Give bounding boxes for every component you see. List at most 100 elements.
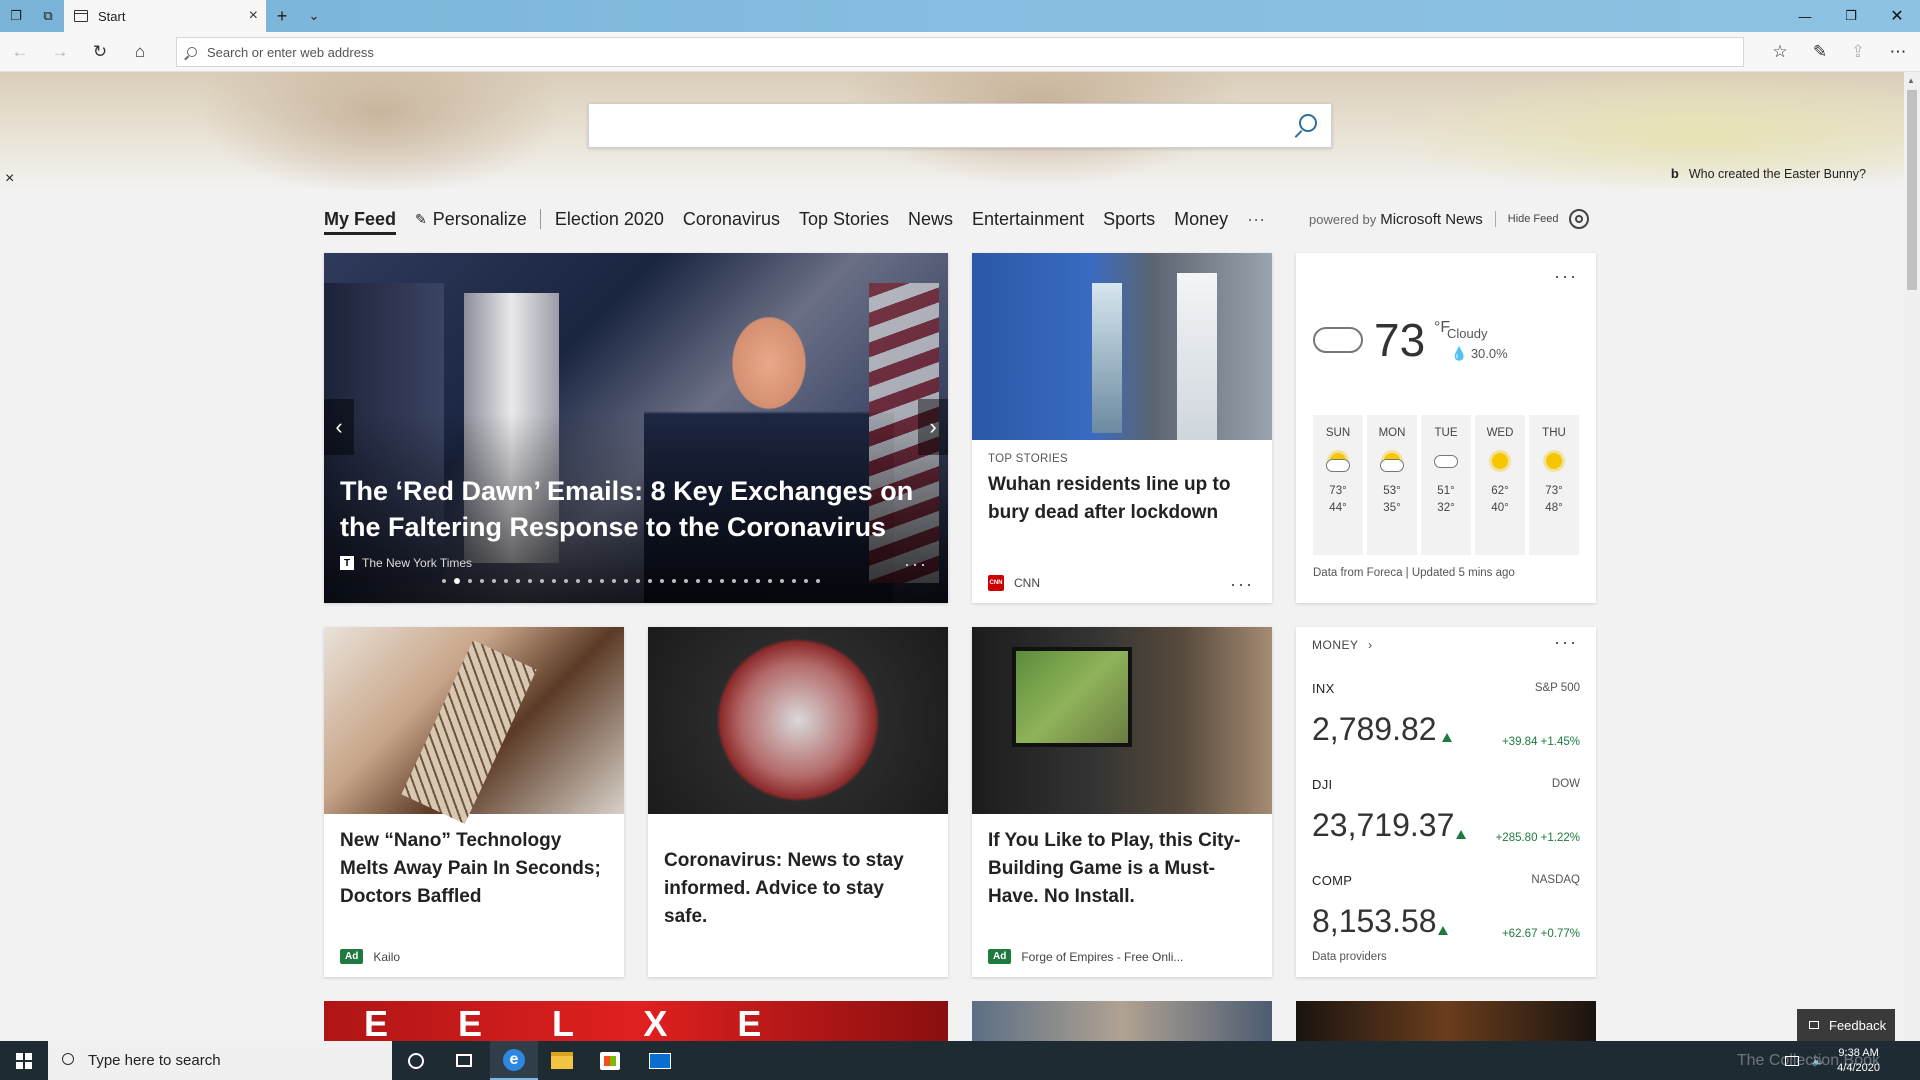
more-options-icon[interactable]: ··· [904, 555, 928, 573]
slide-dot[interactable] [816, 579, 820, 583]
restore-icon[interactable]: ❐ [1828, 0, 1874, 32]
slide-dot[interactable] [624, 579, 628, 583]
feedback-button[interactable]: Feedback [1797, 1009, 1895, 1041]
slide-dot[interactable] [564, 579, 568, 583]
tab-coronavirus[interactable]: Coronavirus [683, 209, 780, 230]
money-header[interactable]: MONEY › [1312, 638, 1373, 652]
slide-dot[interactable] [528, 579, 532, 583]
slide-dot[interactable] [588, 579, 592, 583]
tab-top-stories[interactable]: Top Stories [799, 209, 889, 230]
story-title[interactable]: If You Like to Play, this City-Building … [988, 827, 1256, 911]
forecast-day[interactable]: TUE 51° 32° [1421, 415, 1471, 555]
slide-dot[interactable] [672, 579, 676, 583]
home-icon[interactable]: ⌂ [124, 36, 156, 68]
gear-icon[interactable] [1568, 209, 1589, 229]
slide-dot[interactable] [552, 579, 556, 583]
slide-dot[interactable] [454, 578, 460, 584]
slide-dot[interactable] [660, 579, 664, 583]
slide-dot[interactable] [504, 579, 508, 583]
slide-dot[interactable] [792, 579, 796, 583]
more-options-icon[interactable]: ··· [1554, 633, 1578, 651]
file-explorer-icon[interactable] [538, 1041, 586, 1080]
index-symbol[interactable]: INX [1312, 681, 1335, 696]
slide-dot[interactable] [756, 579, 760, 583]
tab-my-feed[interactable]: My Feed [324, 209, 397, 235]
slide-dot[interactable] [516, 579, 520, 583]
forecast-day[interactable]: THU 73° 48° [1529, 415, 1579, 555]
slide-dot[interactable] [684, 579, 688, 583]
slide-dot[interactable] [612, 579, 616, 583]
address-bar[interactable]: Search or enter web address [176, 37, 1744, 67]
scrollbar[interactable]: ▲ [1904, 72, 1920, 1041]
story-card[interactable]: TOP STORIES Wuhan residents line up to b… [972, 253, 1272, 603]
slide-dot[interactable] [768, 579, 772, 583]
slide-dot[interactable] [732, 579, 736, 583]
pen-icon[interactable]: ✎ [1804, 36, 1836, 68]
minimize-icon[interactable]: — [1782, 0, 1828, 32]
forecast-day[interactable]: SUN 73° 44° [1313, 415, 1363, 555]
story-card[interactable]: E E L X E [324, 1001, 948, 1041]
index-symbol[interactable]: COMP [1312, 873, 1352, 888]
slide-dot[interactable] [780, 579, 784, 583]
slide-dot[interactable] [540, 579, 544, 583]
close-tab-icon[interactable]: × [249, 8, 258, 24]
slide-dot[interactable] [648, 579, 652, 583]
slide-dot[interactable] [468, 579, 472, 583]
tab-election-2020[interactable]: Election 2020 [555, 209, 664, 230]
forward-icon[interactable]: → [44, 36, 76, 68]
share-icon[interactable]: ⇪ [1842, 36, 1874, 68]
volume-icon[interactable]: 🔈 [1811, 1054, 1825, 1067]
more-tabs-button[interactable]: ··· [1247, 209, 1265, 230]
hero-story-title[interactable]: The ‘Red Dawn’ Emails: 8 Key Exchanges o… [340, 473, 920, 545]
network-icon[interactable] [1785, 1055, 1800, 1066]
story-card[interactable]: Coronavirus: News to stay informed. Advi… [648, 627, 948, 977]
new-tab-icon[interactable]: + [266, 0, 298, 32]
tab-sports[interactable]: Sports [1103, 209, 1155, 230]
tab-personalize[interactable]: Personalize [433, 209, 527, 230]
weather-footer[interactable]: Data from Foreca | Updated 5 mins ago [1313, 567, 1515, 579]
task-view-icon[interactable] [440, 1041, 488, 1080]
more-icon[interactable]: ⋯ [1882, 36, 1914, 68]
hero-story-card[interactable]: ‹ › The ‘Red Dawn’ Emails: 8 Key Exchang… [324, 253, 948, 603]
set-aside-tabs-icon[interactable]: ❐ [0, 0, 32, 32]
search-icon[interactable] [1299, 114, 1317, 132]
story-card[interactable] [972, 1001, 1272, 1041]
taskbar-search-input[interactable]: Type here to search [48, 1041, 392, 1080]
story-card[interactable]: New “Nano” Technology Melts Away Pain In… [324, 627, 624, 977]
mail-icon[interactable] [636, 1041, 684, 1080]
refresh-icon[interactable]: ↻ [84, 36, 116, 68]
story-card[interactable]: If You Like to Play, this City-Building … [972, 627, 1272, 977]
previous-slide-button[interactable]: ‹ [324, 399, 354, 455]
bing-question-link[interactable]: b Who created the Easter Bunny? [1671, 166, 1866, 181]
scroll-up-icon[interactable]: ▲ [1907, 76, 1915, 85]
story-title[interactable]: Wuhan residents line up to bury dead aft… [988, 471, 1256, 527]
edge-icon[interactable]: e [490, 1041, 538, 1080]
slide-dot[interactable] [442, 579, 446, 583]
store-icon[interactable] [586, 1041, 634, 1080]
more-options-icon[interactable]: ··· [1554, 267, 1578, 285]
data-providers-link[interactable]: Data providers [1312, 951, 1387, 963]
slide-dot[interactable] [696, 579, 700, 583]
hide-feed-button[interactable]: Hide Feed [1508, 213, 1559, 225]
story-title[interactable]: New “Nano” Technology Melts Away Pain In… [340, 827, 608, 911]
tab-start[interactable]: Start × [64, 0, 266, 32]
chevron-down-icon[interactable]: ⌄ [298, 0, 330, 32]
tabs-aside-icon[interactable]: ⧉ [32, 0, 64, 32]
scrollbar-thumb[interactable] [1907, 90, 1917, 290]
slide-dot[interactable] [576, 579, 580, 583]
close-icon[interactable]: × [5, 170, 14, 188]
more-options-icon[interactable]: ··· [1230, 575, 1254, 593]
tab-entertainment[interactable]: Entertainment [972, 209, 1084, 230]
slide-dot[interactable] [744, 579, 748, 583]
back-icon[interactable]: ← [4, 36, 36, 68]
slide-dot[interactable] [708, 579, 712, 583]
story-card[interactable] [1296, 1001, 1596, 1041]
slide-dot[interactable] [636, 579, 640, 583]
close-window-icon[interactable]: ✕ [1874, 0, 1920, 32]
cortana-icon[interactable] [392, 1041, 440, 1080]
favorites-icon[interactable]: ☆ [1764, 36, 1796, 68]
slide-dot[interactable] [480, 579, 484, 583]
web-search-input[interactable] [588, 103, 1332, 148]
tab-news[interactable]: News [908, 209, 953, 230]
slide-dot[interactable] [804, 579, 808, 583]
